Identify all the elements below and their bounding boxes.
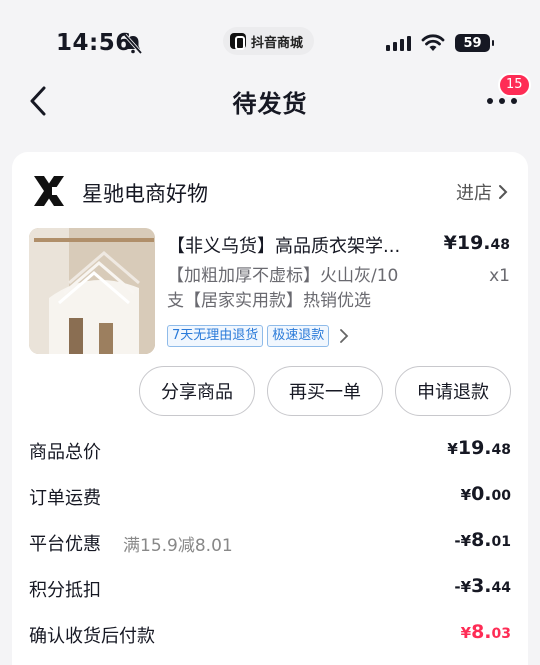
discount-note: 满15.9减8.01 xyxy=(123,536,233,556)
fee-dec: 00 xyxy=(491,488,511,504)
fee-dec: 44 xyxy=(491,580,511,596)
fee-row-points: 积分抵扣 -¥3.44 xyxy=(12,574,528,604)
battery-indicator: 59 xyxy=(455,34,494,52)
shop-logo-icon[interactable] xyxy=(30,172,68,210)
tag-7day-return: 7天无理由退货 xyxy=(167,325,264,347)
status-time: 14:56 xyxy=(56,30,132,56)
fee-row-pay-after: 确认收货后付款 ¥8.03 xyxy=(12,620,528,650)
fee-label: 平台优惠 xyxy=(29,534,101,555)
fee-currency: ¥ xyxy=(447,440,458,458)
page-title: 待发货 xyxy=(232,90,308,118)
product-price-dec: 48 xyxy=(490,237,510,253)
fee-int: 8. xyxy=(471,529,492,551)
product-spec: 【加粗加厚不虚标】火山灰/10 支【居家实用款】热销优选 xyxy=(167,264,417,314)
nav-bar: 待发货 15 xyxy=(0,70,540,132)
product-spec-line: 支【居家实用款】热销优选 xyxy=(167,291,371,311)
cellular-signal-icon xyxy=(386,36,411,51)
hanger-product-image xyxy=(29,228,155,354)
wifi-icon xyxy=(421,34,445,51)
fee-amount: ¥19.48 xyxy=(447,437,511,459)
app-indicator-pill[interactable]: 抖音商城 xyxy=(223,27,315,55)
fee-int: 0. xyxy=(471,483,492,505)
more-dot-icon xyxy=(511,98,517,104)
share-product-button[interactable]: 分享商品 xyxy=(139,366,255,416)
shop-name[interactable]: 星驰电商好物 xyxy=(82,178,208,208)
fee-label: 确认收货后付款 xyxy=(29,626,155,647)
chevron-right-icon xyxy=(340,329,349,343)
fee-row-total: 商品总价 ¥19.48 xyxy=(12,436,528,466)
fee-row-discount: 平台优惠 满15.9减8.01 -¥8.01 xyxy=(12,528,528,558)
request-refund-button[interactable]: 申请退款 xyxy=(395,366,511,416)
fee-int: 19. xyxy=(457,437,492,459)
enter-shop-link[interactable]: 进店 xyxy=(456,179,508,205)
shop-header: 星驰电商好物 进店 xyxy=(12,170,528,214)
fee-label: 商品总价 xyxy=(29,442,101,463)
fee-currency: ¥ xyxy=(460,624,472,642)
fee-currency: -¥ xyxy=(454,578,472,596)
more-dot-icon xyxy=(487,98,493,104)
product-quantity: x1 xyxy=(489,266,510,286)
product-title[interactable]: 【非义乌货】高品质衣架学... xyxy=(167,232,427,258)
fee-dec: 03 xyxy=(491,626,511,642)
fee-row-shipping: 订单运费 ¥0.00 xyxy=(12,482,528,512)
fee-int: 8. xyxy=(471,621,492,643)
fee-label: 订单运费 xyxy=(29,488,101,509)
fee-amount: ¥0.00 xyxy=(461,483,511,505)
tag-fast-refund: 极速退款 xyxy=(267,325,330,347)
bell-muted-icon xyxy=(123,33,143,55)
fee-amount: -¥8.01 xyxy=(454,529,511,551)
douyin-mall-logo-icon xyxy=(230,33,246,50)
order-actions: 分享商品 再买一单 申请退款 xyxy=(12,366,528,418)
more-dot-icon xyxy=(499,98,505,104)
battery-level: 59 xyxy=(463,35,482,51)
chevron-right-icon xyxy=(499,185,508,199)
fee-currency: ¥ xyxy=(460,486,472,504)
order-card: 星驰电商好物 进店 【非义乌货】高品质衣架学... ¥19.48 【加粗加厚不虚… xyxy=(12,152,528,665)
fee-currency: -¥ xyxy=(454,532,472,550)
product-thumbnail[interactable] xyxy=(29,228,155,354)
fee-int: 3. xyxy=(471,575,492,597)
product-price: ¥19.48 xyxy=(444,232,510,254)
product-spec-line: 【加粗加厚不虚标】火山灰/10 xyxy=(167,266,399,286)
fee-label: 积分抵扣 xyxy=(29,580,101,601)
app-indicator-label: 抖音商城 xyxy=(251,35,304,51)
enter-shop-label: 进店 xyxy=(456,183,492,204)
fee-dec: 01 xyxy=(491,534,511,550)
buy-again-button[interactable]: 再买一单 xyxy=(267,366,383,416)
product-item[interactable]: 【非义乌货】高品质衣架学... ¥19.48 【加粗加厚不虚标】火山灰/10 支… xyxy=(12,228,528,358)
service-tags[interactable]: 7天无理由退货 极速退款 xyxy=(167,325,349,347)
fee-amount: -¥3.44 xyxy=(454,575,511,597)
product-price-int: ¥19. xyxy=(443,232,491,254)
fee-amount: ¥8.03 xyxy=(461,621,511,643)
notification-badge: 15 xyxy=(498,73,531,97)
fee-dec: 48 xyxy=(491,442,511,458)
